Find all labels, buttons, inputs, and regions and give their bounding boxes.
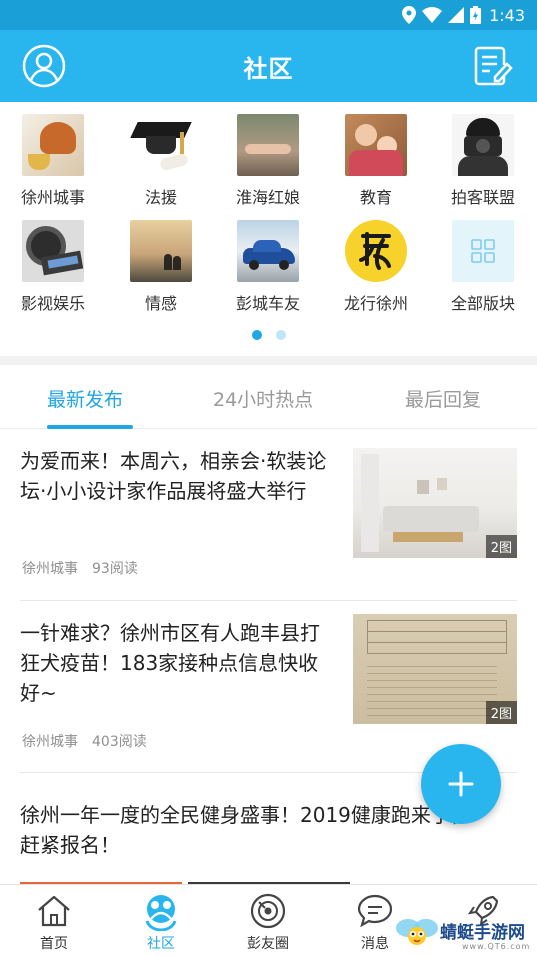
board-item[interactable]: 全部版块 — [435, 208, 531, 313]
board-item[interactable]: 彭城车友 — [220, 208, 316, 313]
tab-latest[interactable]: 最新发布 — [47, 385, 123, 412]
board-item[interactable]: 龙行徐州 — [328, 208, 424, 313]
board-item[interactable]: 法援 — [113, 102, 209, 207]
circle-icon — [250, 893, 286, 929]
pager-dot-2[interactable] — [275, 330, 286, 340]
post-title: 徐州一年一度的全民健身盛事！2019健康跑来了，赶紧报名！ — [20, 803, 471, 857]
tab-bar: 最新发布 24小时热点 最后回复 — [0, 365, 537, 429]
board-label: 龙行徐州 — [343, 294, 408, 313]
board-label: 影视娱乐 — [20, 294, 85, 313]
post-board: 徐州城事 — [22, 561, 78, 577]
edit-note-icon — [474, 46, 513, 86]
dragon-calligraphy-icon — [345, 220, 407, 282]
tab-hot-24h[interactable]: 24小时热点 — [213, 385, 313, 412]
grid-icon — [452, 220, 514, 282]
battery-icon — [470, 6, 482, 24]
board-label: 情感 — [144, 294, 177, 313]
board-item[interactable]: 淮海红娘 — [220, 102, 316, 207]
post-reads: 403阅读 — [92, 734, 147, 750]
status-bar: 1:43 — [0, 0, 537, 30]
holding-hands-icon — [237, 114, 299, 176]
nav-community[interactable]: 社区 — [121, 891, 201, 953]
post-divider — [20, 600, 517, 601]
app-bar: 社区 — [0, 30, 537, 102]
image-count-badge: 2图 — [485, 701, 517, 724]
dragonfly-logo-icon — [396, 919, 438, 945]
wifi-icon — [422, 7, 443, 23]
board-label: 法援 — [144, 188, 177, 207]
car-icon — [237, 220, 299, 282]
post-item[interactable]: 为爱而来！本周六，相亲会·软装论坛·小小设计家作品展将盛大举行 徐州城事 93阅读… — [20, 446, 517, 596]
post-meta: 徐州城事 93阅读 — [22, 558, 138, 578]
post-board: 徐州城事 — [22, 734, 78, 750]
board-grid: 徐州城事 法援 淮海红娘 教育 拍客联盟 影视娱乐 情感 彭城车友 龙行徐州 全… — [0, 102, 537, 354]
image-count-badge: 2图 — [485, 535, 517, 558]
cake-tea-icon — [22, 114, 84, 176]
watermark-url: www.QT6.com — [462, 942, 531, 951]
film-reel-icon — [22, 220, 84, 282]
post-thumbnail: 2图 — [353, 614, 517, 724]
user-icon — [22, 44, 66, 88]
page-title: 社区 — [243, 54, 294, 83]
plus-icon — [448, 771, 474, 797]
nav-home[interactable]: 首页 — [14, 891, 94, 953]
nav-circle[interactable]: 彭友圈 — [228, 891, 308, 953]
board-label: 徐州城事 — [20, 188, 85, 207]
board-label: 彭城车友 — [235, 294, 300, 313]
watermark-text: 蜻蜓手游网 — [440, 923, 525, 943]
board-label: 拍客联盟 — [450, 188, 515, 207]
message-icon — [357, 894, 393, 928]
board-pager — [0, 330, 537, 342]
site-watermark: 蜻蜓手游网 www.QT6.com — [392, 910, 537, 956]
compose-button[interactable] — [473, 45, 513, 87]
sunset-couple-icon — [130, 220, 192, 282]
post-title: 为爱而来！本周六，相亲会·软装论坛·小小设计家作品展将盛大举行 — [20, 449, 327, 503]
board-item[interactable]: 拍客联盟 — [435, 102, 531, 207]
location-icon — [402, 6, 417, 24]
nav-label: 首页 — [40, 936, 68, 952]
profile-button[interactable] — [22, 44, 66, 88]
graduation-cap-icon — [130, 114, 192, 176]
board-item[interactable]: 徐州城事 — [5, 102, 101, 207]
post-item[interactable]: 一针难求？徐州市区有人跑丰县打狂犬疫苗！183家接种点信息快收好~ 徐州城事 40… — [20, 614, 517, 768]
signal-icon — [448, 7, 465, 23]
tab-indicator — [47, 425, 133, 429]
post-thumbnail: 2图 — [353, 448, 517, 558]
home-icon — [38, 895, 70, 927]
board-item[interactable]: 情感 — [113, 208, 209, 313]
post-reads: 93阅读 — [92, 561, 138, 577]
new-post-fab[interactable] — [421, 744, 501, 824]
section-separator — [0, 356, 537, 365]
photographer-icon — [452, 114, 514, 176]
board-label: 全部版块 — [450, 294, 515, 313]
board-item[interactable]: 影视娱乐 — [5, 208, 101, 313]
pager-dot-1[interactable] — [251, 330, 262, 340]
board-item[interactable]: 教育 — [328, 102, 424, 207]
nav-label: 社区 — [147, 936, 175, 952]
post-title: 一针难求？徐州市区有人跑丰县打狂犬疫苗！183家接种点信息快收好~ — [20, 621, 320, 705]
mother-child-icon — [345, 114, 407, 176]
community-icon — [145, 895, 177, 932]
tab-last-reply[interactable]: 最后回复 — [405, 385, 481, 412]
board-label: 淮海红娘 — [235, 188, 300, 207]
post-meta: 徐州城事 403阅读 — [22, 731, 147, 751]
board-label: 教育 — [359, 188, 392, 207]
nav-label: 彭友圈 — [247, 936, 289, 952]
status-time: 1:43 — [489, 5, 525, 25]
